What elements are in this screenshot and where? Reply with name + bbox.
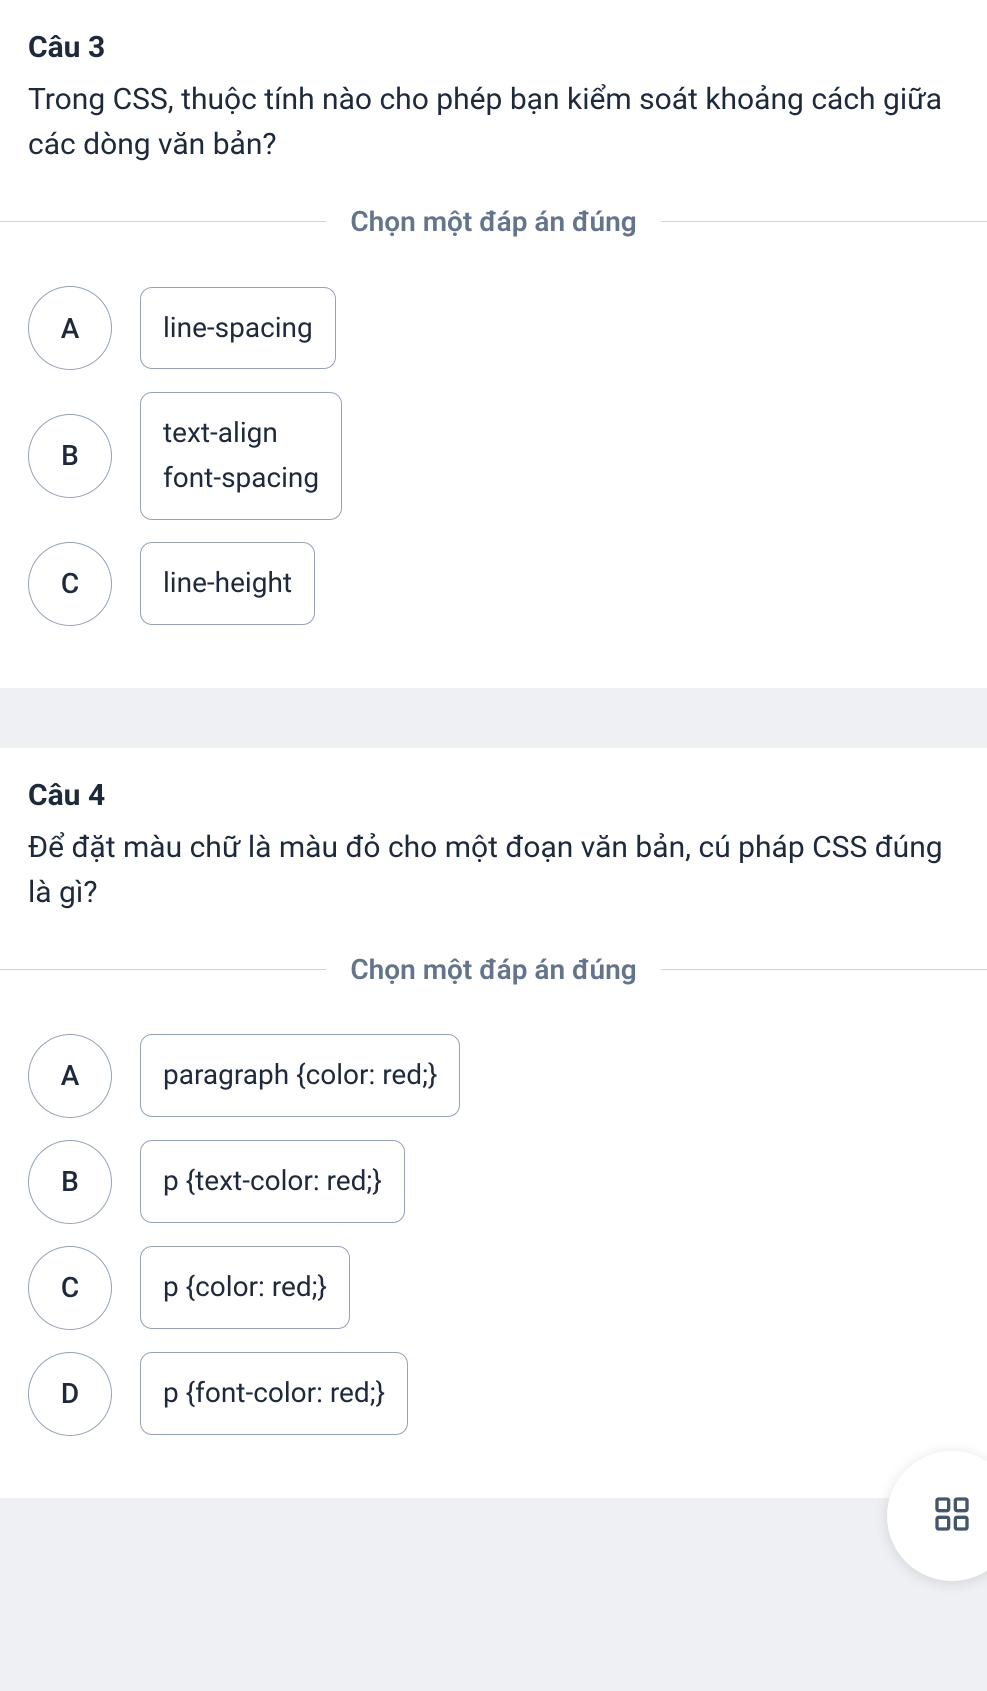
option-letter[interactable]: A: [28, 1034, 112, 1118]
question-title: Câu 3: [28, 30, 959, 65]
divider-line: [661, 969, 987, 970]
instruction-divider: Chọn một đáp án đúng: [0, 205, 987, 238]
question-title: Câu 4: [28, 778, 959, 813]
option-letter[interactable]: D: [28, 1352, 112, 1436]
option-row: B p {text-color: red;}: [28, 1140, 959, 1224]
option-answer[interactable]: line-spacing: [140, 287, 336, 370]
option-answer[interactable]: p {text-color: red;}: [140, 1140, 405, 1223]
option-answer[interactable]: paragraph {color: red;}: [140, 1034, 460, 1117]
instruction-label: Chọn một đáp án đúng: [326, 205, 660, 238]
option-row: C line-height: [28, 542, 959, 626]
grid-icon: [932, 1494, 972, 1538]
option-letter[interactable]: A: [28, 286, 112, 370]
option-answer[interactable]: line-height: [140, 542, 315, 625]
question-text: Trong CSS, thuộc tính nào cho phép bạn k…: [28, 77, 959, 167]
divider-line: [0, 221, 326, 222]
option-row: A paragraph {color: red;}: [28, 1034, 959, 1118]
option-letter[interactable]: C: [28, 1246, 112, 1330]
divider-line: [0, 969, 326, 970]
question-card: Câu 3 Trong CSS, thuộc tính nào cho phép…: [0, 0, 987, 688]
option-answer[interactable]: p {font-color: red;}: [140, 1352, 408, 1435]
option-row: C p {color: red;}: [28, 1246, 959, 1330]
instruction-divider: Chọn một đáp án đúng: [0, 953, 987, 986]
question-text: Để đặt màu chữ là màu đỏ cho một đoạn vă…: [28, 825, 959, 915]
option-letter[interactable]: B: [28, 414, 112, 498]
option-answer[interactable]: text-align font-spacing: [140, 392, 342, 520]
question-card: Câu 4 Để đặt màu chữ là màu đỏ cho một đ…: [0, 748, 987, 1498]
option-row: D p {font-color: red;}: [28, 1352, 959, 1436]
option-row: A line-spacing: [28, 286, 959, 370]
divider-line: [661, 221, 987, 222]
option-answer[interactable]: p {color: red;}: [140, 1246, 350, 1329]
option-letter[interactable]: C: [28, 542, 112, 626]
option-row: B text-align font-spacing: [28, 392, 959, 520]
option-letter[interactable]: B: [28, 1140, 112, 1224]
instruction-label: Chọn một đáp án đúng: [326, 953, 660, 986]
